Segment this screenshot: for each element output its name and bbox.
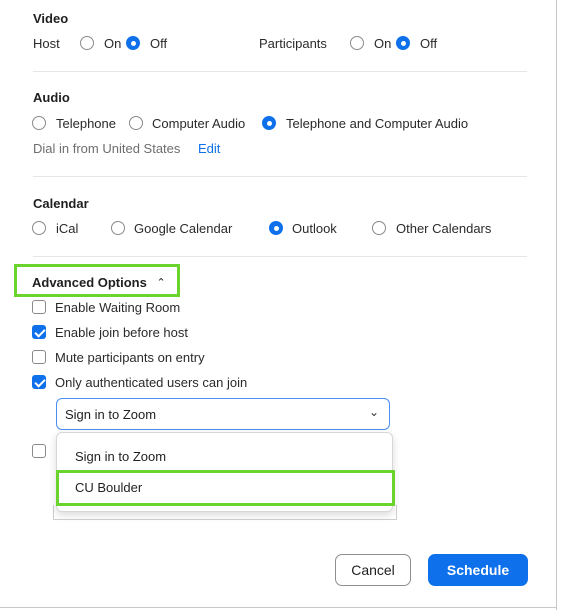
waiting-room-label[interactable]: Enable Waiting Room bbox=[55, 300, 180, 315]
auth-method-value: Sign in to Zoom bbox=[65, 407, 157, 422]
auth-method-select[interactable]: Sign in to Zoom ⌄ bbox=[56, 398, 390, 430]
audio-computer-label[interactable]: Computer Audio bbox=[152, 116, 245, 131]
hidden-option-checkbox[interactable] bbox=[32, 444, 46, 458]
section-divider bbox=[33, 256, 527, 257]
calendar-heading: Calendar bbox=[33, 196, 89, 211]
join-before-host-checkbox[interactable] bbox=[32, 325, 46, 339]
section-divider bbox=[33, 176, 527, 177]
chevron-up-icon: ⌃ bbox=[156, 277, 166, 289]
authenticated-only-label[interactable]: Only authenticated users can join bbox=[55, 375, 247, 390]
cu-boulder-highlight bbox=[56, 470, 395, 506]
audio-both-label[interactable]: Telephone and Computer Audio bbox=[286, 116, 468, 131]
video-heading: Video bbox=[33, 11, 69, 26]
host-video-on-radio[interactable] bbox=[80, 36, 94, 50]
schedule-button[interactable]: Schedule bbox=[428, 554, 528, 586]
mute-on-entry-label[interactable]: Mute participants on entry bbox=[55, 350, 205, 365]
host-video-on-label[interactable]: On bbox=[104, 36, 121, 51]
audio-both-radio[interactable] bbox=[262, 116, 276, 130]
calendar-other-label[interactable]: Other Calendars bbox=[396, 221, 491, 236]
calendar-outlook-label[interactable]: Outlook bbox=[292, 221, 337, 236]
participants-video-on-radio[interactable] bbox=[350, 36, 364, 50]
advanced-options-heading: Advanced Options bbox=[32, 275, 147, 290]
participants-video-off-radio[interactable] bbox=[396, 36, 410, 50]
dial-in-edit-link[interactable]: Edit bbox=[198, 141, 220, 156]
participants-video-on-label[interactable]: On bbox=[374, 36, 391, 51]
participants-video-off-label[interactable]: Off bbox=[420, 36, 437, 51]
audio-heading: Audio bbox=[33, 90, 70, 105]
audio-telephone-label[interactable]: Telephone bbox=[56, 116, 116, 131]
host-video-off-radio[interactable] bbox=[126, 36, 140, 50]
calendar-google-label[interactable]: Google Calendar bbox=[134, 221, 232, 236]
section-divider bbox=[33, 71, 527, 72]
calendar-google-radio[interactable] bbox=[111, 221, 125, 235]
audio-telephone-radio[interactable] bbox=[32, 116, 46, 130]
audio-computer-radio[interactable] bbox=[129, 116, 143, 130]
window-edge-bottom bbox=[0, 607, 557, 608]
host-label: Host bbox=[33, 36, 60, 51]
mute-on-entry-checkbox[interactable] bbox=[32, 350, 46, 364]
waiting-room-checkbox[interactable] bbox=[32, 300, 46, 314]
advanced-options-toggle[interactable]: Advanced Options ⌃ bbox=[32, 275, 166, 290]
dial-in-text: Dial in from United States bbox=[33, 141, 181, 156]
window-edge bbox=[556, 0, 557, 610]
calendar-outlook-radio[interactable] bbox=[269, 221, 283, 235]
auth-option-sign-in-to-zoom[interactable]: Sign in to Zoom bbox=[75, 449, 166, 464]
calendar-other-radio[interactable] bbox=[372, 221, 386, 235]
authenticated-only-checkbox[interactable] bbox=[32, 375, 46, 389]
participants-label: Participants bbox=[259, 36, 327, 51]
calendar-ical-label[interactable]: iCal bbox=[56, 221, 78, 236]
cancel-button[interactable]: Cancel bbox=[335, 554, 411, 586]
host-video-off-label[interactable]: Off bbox=[150, 36, 167, 51]
chevron-down-icon: ⌄ bbox=[368, 405, 379, 419]
join-before-host-label[interactable]: Enable join before host bbox=[55, 325, 188, 340]
calendar-ical-radio[interactable] bbox=[32, 221, 46, 235]
